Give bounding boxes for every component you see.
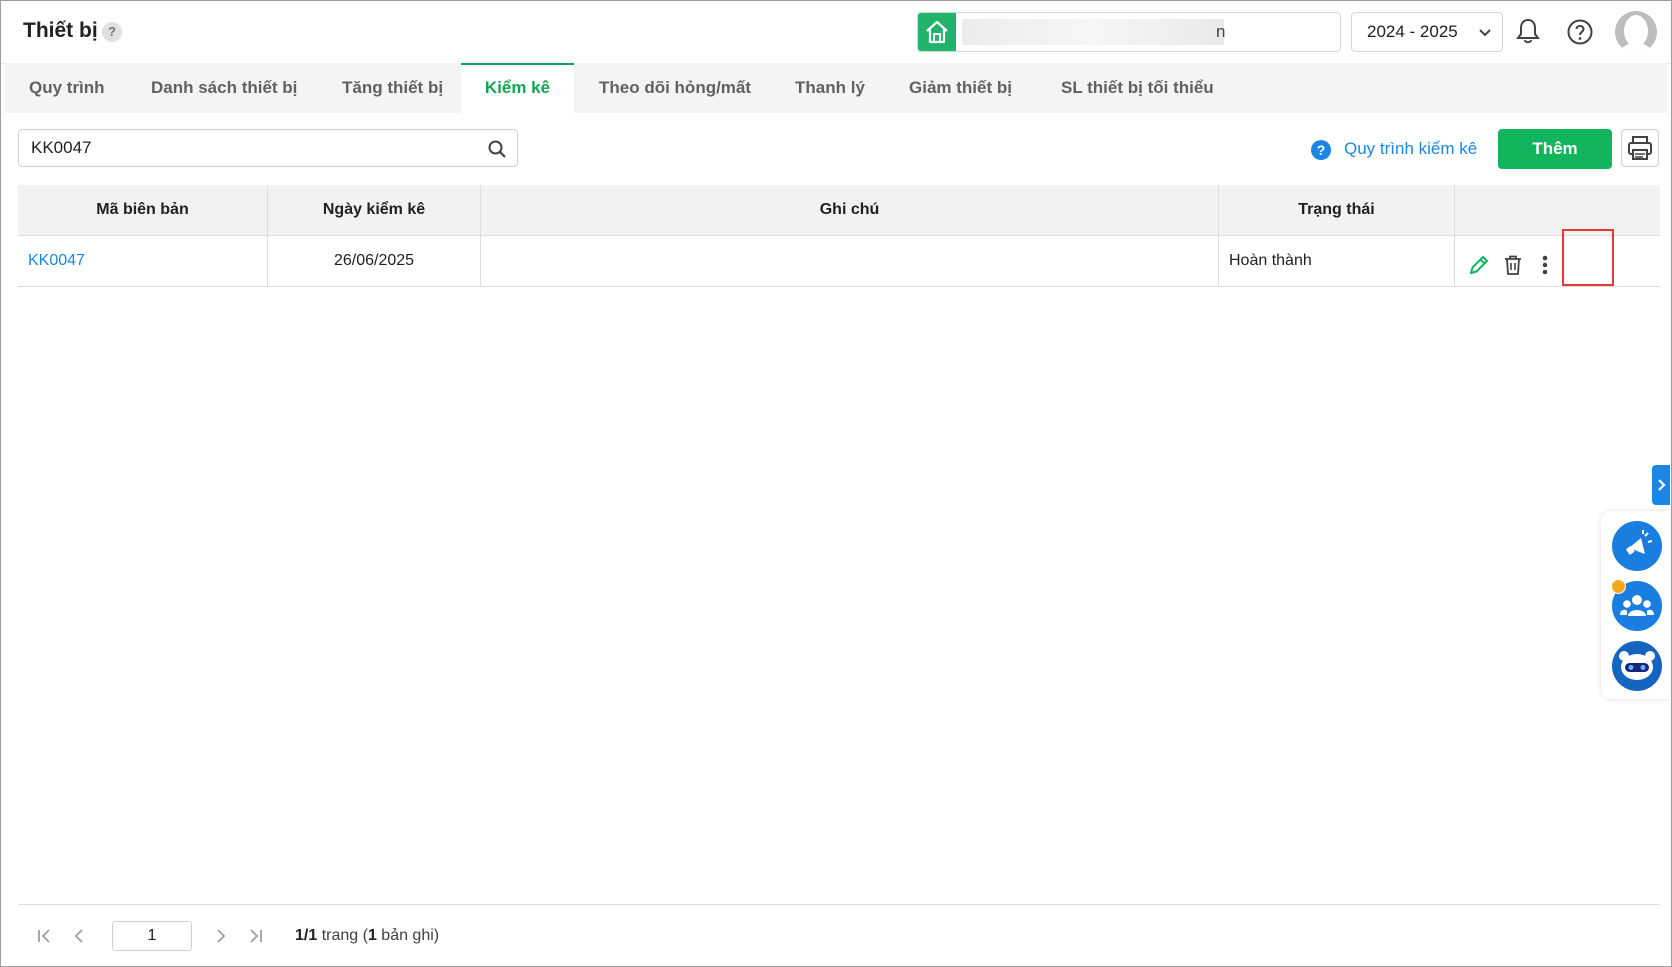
help-circle-icon[interactable]: [1566, 18, 1594, 51]
record-code-link[interactable]: KK0047: [28, 252, 85, 269]
footer-divider: [18, 904, 1660, 905]
trash-icon[interactable]: [1501, 248, 1525, 275]
tab-theo-doi-hong-mat[interactable]: Theo dõi hỏng/mất: [574, 63, 776, 113]
delete-highlight-box: [1562, 229, 1614, 286]
table-header: Mã biên bản Ngày kiểm kê Ghi chú Trạng t…: [18, 185, 1660, 236]
title-help-icon[interactable]: ?: [102, 22, 122, 42]
column-header-status: Trạng thái: [1219, 185, 1455, 235]
cell-status: Hoàn thành: [1219, 236, 1455, 286]
school-name-suffix: n: [1216, 22, 1226, 41]
home-icon: [918, 13, 956, 51]
column-header-note: Ghi chú: [481, 185, 1219, 235]
search-icon[interactable]: [487, 139, 507, 164]
cell-actions: [1455, 236, 1660, 286]
add-button[interactable]: Thêm: [1498, 129, 1612, 169]
tab-giam-thiet-bi[interactable]: Giảm thiết bị: [884, 63, 1037, 113]
cell-date: 26/06/2025: [268, 236, 481, 286]
record-count: 1: [367, 927, 377, 944]
tab-quy-trinh[interactable]: Quy trình: [4, 63, 130, 113]
page-count: 1/1: [295, 927, 318, 944]
search-box: [18, 129, 518, 167]
bell-icon[interactable]: [1515, 17, 1541, 50]
year-value: 2024 - 2025: [1367, 22, 1458, 41]
page-info-suffix: bản ghi): [376, 927, 440, 944]
print-button[interactable]: [1621, 129, 1659, 167]
year-select[interactable]: 2024 - 2025: [1351, 12, 1503, 52]
printer-icon: [1622, 136, 1658, 170]
tab-thanh-ly[interactable]: Thanh lý: [770, 63, 890, 113]
last-page-icon[interactable]: [246, 927, 264, 950]
school-name-redacted: [962, 19, 1224, 45]
tab-tang-thiet-bi[interactable]: Tăng thiết bị: [317, 63, 468, 113]
cell-note: [481, 236, 1219, 286]
prev-page-icon[interactable]: [70, 927, 88, 950]
tab-danh-sach-thiet-bi[interactable]: Danh sách thiết bị: [126, 63, 322, 113]
page-info: 1/1 trang (1 bản ghi): [295, 927, 439, 945]
notification-dot: [1611, 579, 1626, 594]
cell-code: KK0047: [18, 236, 268, 286]
chevron-down-icon: [1478, 25, 1492, 44]
page-info-trang: trang (: [317, 927, 368, 944]
school-selector[interactable]: n: [917, 12, 1341, 52]
page-title: Thiết bị: [23, 19, 98, 42]
top-header: Thiết bị ? n 2024 - 2025: [1, 1, 1671, 64]
column-header-code: Mã biên bản: [18, 185, 268, 235]
megaphone-icon[interactable]: [1612, 521, 1662, 571]
pencil-icon[interactable]: [1467, 248, 1491, 274]
bot-icon[interactable]: [1612, 641, 1662, 691]
table-row[interactable]: KK0047 26/06/2025 Hoàn thành: [18, 236, 1660, 287]
search-input[interactable]: [31, 130, 471, 166]
column-header-actions: [1455, 185, 1660, 235]
chevron-right-icon: [1652, 479, 1670, 509]
side-panel-toggle[interactable]: [1652, 465, 1670, 505]
page-number-input[interactable]: [112, 921, 192, 951]
tab-kiem-ke[interactable]: Kiểm kê: [461, 63, 574, 113]
app-window: Thiết bị ? n 2024 - 2025 Quy trình Danh: [0, 0, 1672, 967]
more-vertical-icon[interactable]: [1539, 248, 1551, 275]
process-link-label: Quy trình kiểm kê: [1344, 139, 1478, 158]
tab-sl-thiet-bi-toi-thieu[interactable]: SL thiết bị tối thiểu: [1036, 63, 1239, 113]
column-header-date: Ngày kiểm kê: [268, 185, 481, 235]
module-tabs: Quy trình Danh sách thiết bị Tăng thiết …: [4, 63, 1668, 113]
first-page-icon[interactable]: [36, 927, 54, 950]
avatar-icon[interactable]: [1615, 11, 1657, 53]
next-page-icon[interactable]: [212, 927, 230, 950]
question-icon: ?: [1311, 140, 1331, 160]
